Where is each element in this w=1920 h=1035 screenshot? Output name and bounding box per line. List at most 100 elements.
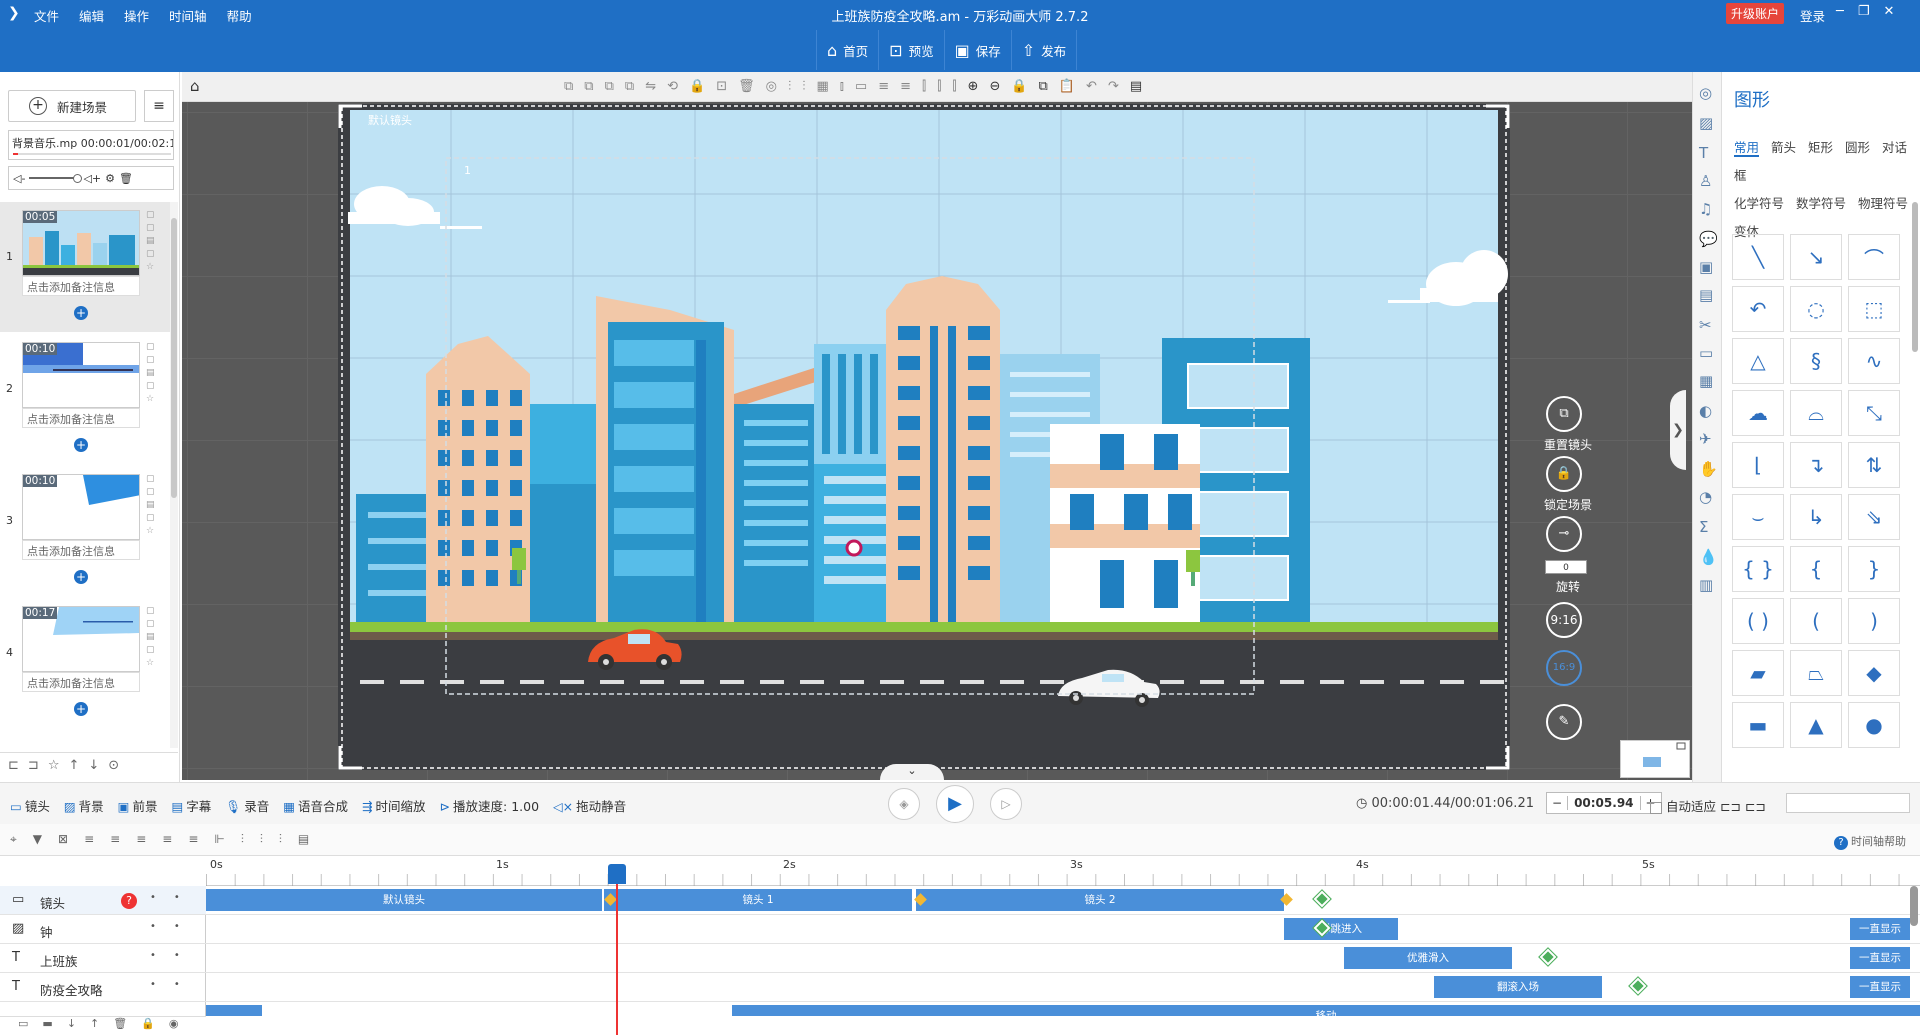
paste-icon[interactable]: ▢ xyxy=(146,223,155,233)
tools-icon[interactable]: ✂ xyxy=(1699,316,1712,334)
gear-icon[interactable]: ⚙ xyxy=(105,172,115,185)
parallelogram-shape-icon[interactable]: ▰ xyxy=(1732,650,1784,696)
bell-lane[interactable]: 弹跳进入 一直显示 xyxy=(206,915,1920,944)
tts-button[interactable]: ▦ 语音合成 xyxy=(283,796,348,815)
settings-icon[interactable]: ▤ xyxy=(1130,79,1142,94)
lock-icon[interactable]: 🔒 xyxy=(141,1017,155,1035)
arrow-line-shape-icon[interactable]: ↘ xyxy=(1790,234,1842,280)
delete-icon[interactable]: ▢ xyxy=(146,381,155,391)
publish-button[interactable]: ⇧ 发布 xyxy=(1010,30,1078,70)
filter-icon[interactable]: ▼ xyxy=(33,832,42,847)
scene-thumbnail[interactable]: 00:10 xyxy=(22,474,140,540)
scene-item[interactable]: 1 00:05 点击添加备注信息 ▢ ▢ ▤ ▢ ☆ + xyxy=(0,202,170,332)
timeline-scrollbar[interactable] xyxy=(1910,886,1918,926)
duplicate-icon[interactable]: ▤ xyxy=(146,368,155,378)
copy-icon[interactable]: ▢ xyxy=(146,210,155,220)
background-music[interactable]: 背景音乐.mp 00:00:01/00:02:14 xyxy=(8,130,174,160)
curve-arrow2-shape-icon[interactable]: ↳ xyxy=(1790,494,1842,540)
paste-icon[interactable]: ▤ xyxy=(298,832,309,847)
music-icon[interactable]: ♫ xyxy=(1699,200,1712,218)
menu-operate[interactable]: 操作 xyxy=(124,6,149,25)
zoom-in-icon[interactable]: ⊕ xyxy=(968,79,979,94)
track-bell[interactable]: ▨ 钟 •• xyxy=(0,915,206,944)
menu-help[interactable]: 帮助 xyxy=(227,6,252,25)
camera-track-button[interactable]: ▭ 镜头 xyxy=(10,796,50,815)
triangle-shape-icon[interactable]: ▲ xyxy=(1790,702,1842,748)
next-frame-icon[interactable]: ▷ xyxy=(990,788,1022,820)
folder-icon[interactable]: ▬ xyxy=(42,1017,52,1035)
layer-icon[interactable]: ⧉ xyxy=(605,79,614,94)
volume-slider[interactable] xyxy=(29,174,83,183)
timeline-ruler[interactable]: 0s 1s 2s 3s 4s 5s xyxy=(206,856,1920,886)
prev-frame-icon[interactable]: ◈ xyxy=(888,788,920,820)
panel-collapse-icon[interactable]: ❯ xyxy=(1670,390,1686,470)
clip-partial[interactable] xyxy=(206,1005,262,1016)
bottom-lane[interactable]: 移动 xyxy=(206,1002,1920,1016)
shape-panel-scrollbar[interactable] xyxy=(1912,202,1918,352)
elbow-double-shape-icon[interactable]: ⇅ xyxy=(1848,442,1900,488)
reset-camera-icon[interactable]: ⧉ xyxy=(1546,396,1582,432)
distribute-icon[interactable]: ⫶ xyxy=(241,832,244,847)
scene-note[interactable]: 点击添加备注信息 xyxy=(22,672,140,692)
flip-icon[interactable]: ⇋ xyxy=(645,79,656,94)
layer-icon[interactable]: ⧉ xyxy=(584,79,593,94)
add-scene-icon[interactable]: + xyxy=(74,306,88,320)
timeline-zoom-slider[interactable] xyxy=(1786,793,1910,813)
scene-item[interactable]: 4 00:17 点击添加备注信息 ▢ ▢ ▤ ▢ ☆ + xyxy=(0,598,170,728)
delete-icon[interactable]: 🗑 xyxy=(113,1017,127,1035)
triangle-outline-shape-icon[interactable]: △ xyxy=(1732,338,1784,384)
background-button[interactable]: ▨ 背景 xyxy=(64,796,104,815)
redo-icon[interactable]: ↷ xyxy=(1108,79,1119,94)
add-keyframe-icon[interactable] xyxy=(1628,976,1648,996)
align-icon[interactable]: ▦ xyxy=(816,79,828,94)
menu-edit[interactable]: 编辑 xyxy=(79,6,104,25)
align-icon[interactable]: ⫿ xyxy=(952,79,956,94)
tab-arrow[interactable]: 箭头 xyxy=(1771,140,1796,155)
star-icon[interactable]: ☆ xyxy=(146,394,155,404)
star-icon[interactable]: ☆ xyxy=(146,262,155,272)
tab-circle[interactable]: 圆形 xyxy=(1845,140,1870,155)
mute-button[interactable]: ◁× 拖动静音 xyxy=(553,796,626,815)
ratio-9-16-button[interactable]: 9:16 xyxy=(1546,602,1582,638)
clip-slide-in[interactable]: 优雅滑入 xyxy=(1344,947,1512,969)
curve-double-shape-icon[interactable]: ⇘ xyxy=(1848,494,1900,540)
paste-icon[interactable]: ▢ xyxy=(146,619,155,629)
dashed-rect-shape-icon[interactable]: ⬚ xyxy=(1848,286,1900,332)
video-icon[interactable]: ▦ xyxy=(1699,372,1713,390)
track-camera[interactable]: ▭ 镜头 ? •• xyxy=(0,886,206,915)
curve-arrow-shape-icon[interactable]: ↶ xyxy=(1732,286,1784,332)
foreground-button[interactable]: ▣ 前景 xyxy=(118,796,158,815)
elbow-arrow-shape-icon[interactable]: ↴ xyxy=(1790,442,1842,488)
undo-icon[interactable]: ↶ xyxy=(1086,79,1097,94)
home-button[interactable]: ⌂ 首页 xyxy=(816,30,878,70)
align-icon[interactable]: ⫶ xyxy=(802,79,805,94)
rounded-rect-shape-icon[interactable]: ▬ xyxy=(1732,702,1784,748)
rotate-icon[interactable]: ⟲ xyxy=(667,79,678,94)
help-icon[interactable]: ? xyxy=(121,893,137,909)
tab-math[interactable]: 数学符号 xyxy=(1796,196,1846,211)
align-center-icon[interactable]: ≡ xyxy=(110,832,120,847)
add-keyframe-icon[interactable] xyxy=(1312,889,1332,909)
tab-chemistry[interactable]: 化学符号 xyxy=(1734,196,1784,211)
move-down-icon[interactable]: ↓ xyxy=(88,758,99,773)
align-icon[interactable]: ▭ xyxy=(855,79,867,94)
pen-icon[interactable]: ✎ xyxy=(1546,704,1582,740)
copy-icon[interactable]: ▢ xyxy=(146,606,155,616)
clip-always-show[interactable]: 一直显示 xyxy=(1850,976,1910,998)
scene-item[interactable]: 2 00:10 点击添加备注信息 ▢ ▢ ▤ ▢ ☆ + xyxy=(0,334,170,464)
wave-shape-icon[interactable]: ∿ xyxy=(1848,338,1900,384)
tab-physics[interactable]: 物理符号 xyxy=(1858,196,1908,211)
menu-file[interactable]: 文件 xyxy=(34,6,59,25)
shape-icon[interactable]: ◎ xyxy=(1699,84,1712,102)
auto-fit-checkbox[interactable]: 自动适应 ⊏⊐ ⊏⊐ xyxy=(1650,796,1766,815)
mini-preview[interactable] xyxy=(1620,740,1690,778)
right-brace-shape-icon[interactable]: } xyxy=(1848,546,1900,592)
delete-icon[interactable]: ▢ xyxy=(146,645,155,655)
align-icon[interactable]: ⫾ xyxy=(840,79,844,94)
chevron-down-icon[interactable]: ⌄ xyxy=(880,764,944,780)
circle-shape-icon[interactable]: ● xyxy=(1848,702,1900,748)
bag-icon[interactable]: ▥ xyxy=(1699,576,1713,594)
paste-icon[interactable]: 📋 xyxy=(1059,79,1075,94)
drop-icon[interactable]: 💧 xyxy=(1699,548,1718,566)
camera-lane[interactable]: 默认镜头 镜头 1 镜头 2 xyxy=(206,886,1920,915)
